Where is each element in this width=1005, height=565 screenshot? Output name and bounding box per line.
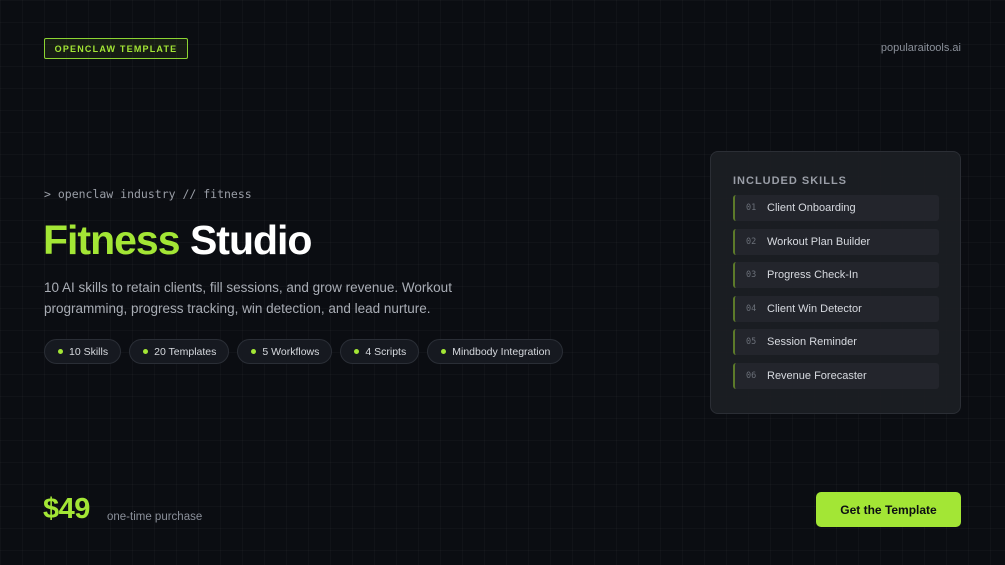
title-accent: Fitness	[43, 217, 181, 263]
price-note: one-time purchase	[107, 511, 203, 523]
dot-icon	[354, 349, 360, 354]
price: $49	[43, 493, 90, 525]
tag-label: 5 Workflows	[262, 345, 320, 358]
skill-name: Session Reminder	[767, 336, 857, 348]
tag-label: Mindbody Integration	[452, 345, 551, 358]
dot-icon	[441, 349, 447, 354]
skill-name: Workout Plan Builder	[767, 235, 871, 248]
skill-item: 04 Client Win Detector	[733, 295, 939, 322]
command-prompt: > openclaw industry // fitness	[44, 187, 252, 201]
hero-description: 10 AI skills to retain clients, fill ses…	[44, 280, 452, 316]
tag-label: 10 Skills	[69, 345, 109, 358]
feature-tags: 10 Skills 20 Templates 5 Workflows 4 Scr…	[44, 339, 564, 364]
skill-number: 01	[746, 203, 757, 213]
dot-icon	[143, 349, 149, 354]
template-badge: OPENCLAW TEMPLATE	[44, 38, 188, 59]
skill-item: 06 Revenue Forecaster	[733, 362, 939, 389]
dot-icon	[58, 349, 63, 354]
tag-scripts: 4 Scripts	[340, 339, 420, 364]
tag-workflows: 5 Workflows	[237, 339, 333, 364]
tag-skills: 10 Skills	[44, 339, 122, 364]
skill-item: 05 Session Reminder	[733, 329, 939, 355]
site-domain: popularaitools.ai	[880, 42, 961, 54]
page-title: Fitness Studio	[43, 215, 313, 265]
skill-item: 01 Client Onboarding	[733, 195, 939, 221]
tag-label: 20 Templates	[154, 345, 217, 358]
skill-item: 02 Workout Plan Builder	[733, 228, 939, 255]
tag-integration: Mindbody Integration	[427, 339, 564, 364]
title-rest: Studio	[189, 217, 313, 263]
skill-number: 02	[746, 236, 757, 247]
skill-number: 04	[746, 303, 757, 314]
dot-icon	[251, 349, 257, 354]
skill-number: 06	[746, 370, 757, 381]
skill-name: Revenue Forecaster	[767, 369, 867, 382]
get-template-button[interactable]: Get the Template	[816, 492, 961, 527]
panel-title: INCLUDED SKILLS	[733, 175, 847, 187]
included-skills-panel: INCLUDED SKILLS 01 Client Onboarding 02 Wo…	[710, 151, 961, 414]
skill-number: 03	[746, 270, 757, 280]
skill-item: 03 Progress Check-In	[733, 262, 939, 288]
skill-name: Client Win Detector	[767, 302, 862, 315]
skill-name: Progress Check-In	[767, 269, 859, 281]
tag-templates: 20 Templates	[129, 339, 230, 364]
skill-number: 05	[746, 337, 757, 347]
tag-label: 4 Scripts	[365, 345, 407, 358]
skill-name: Client Onboarding	[767, 202, 856, 214]
